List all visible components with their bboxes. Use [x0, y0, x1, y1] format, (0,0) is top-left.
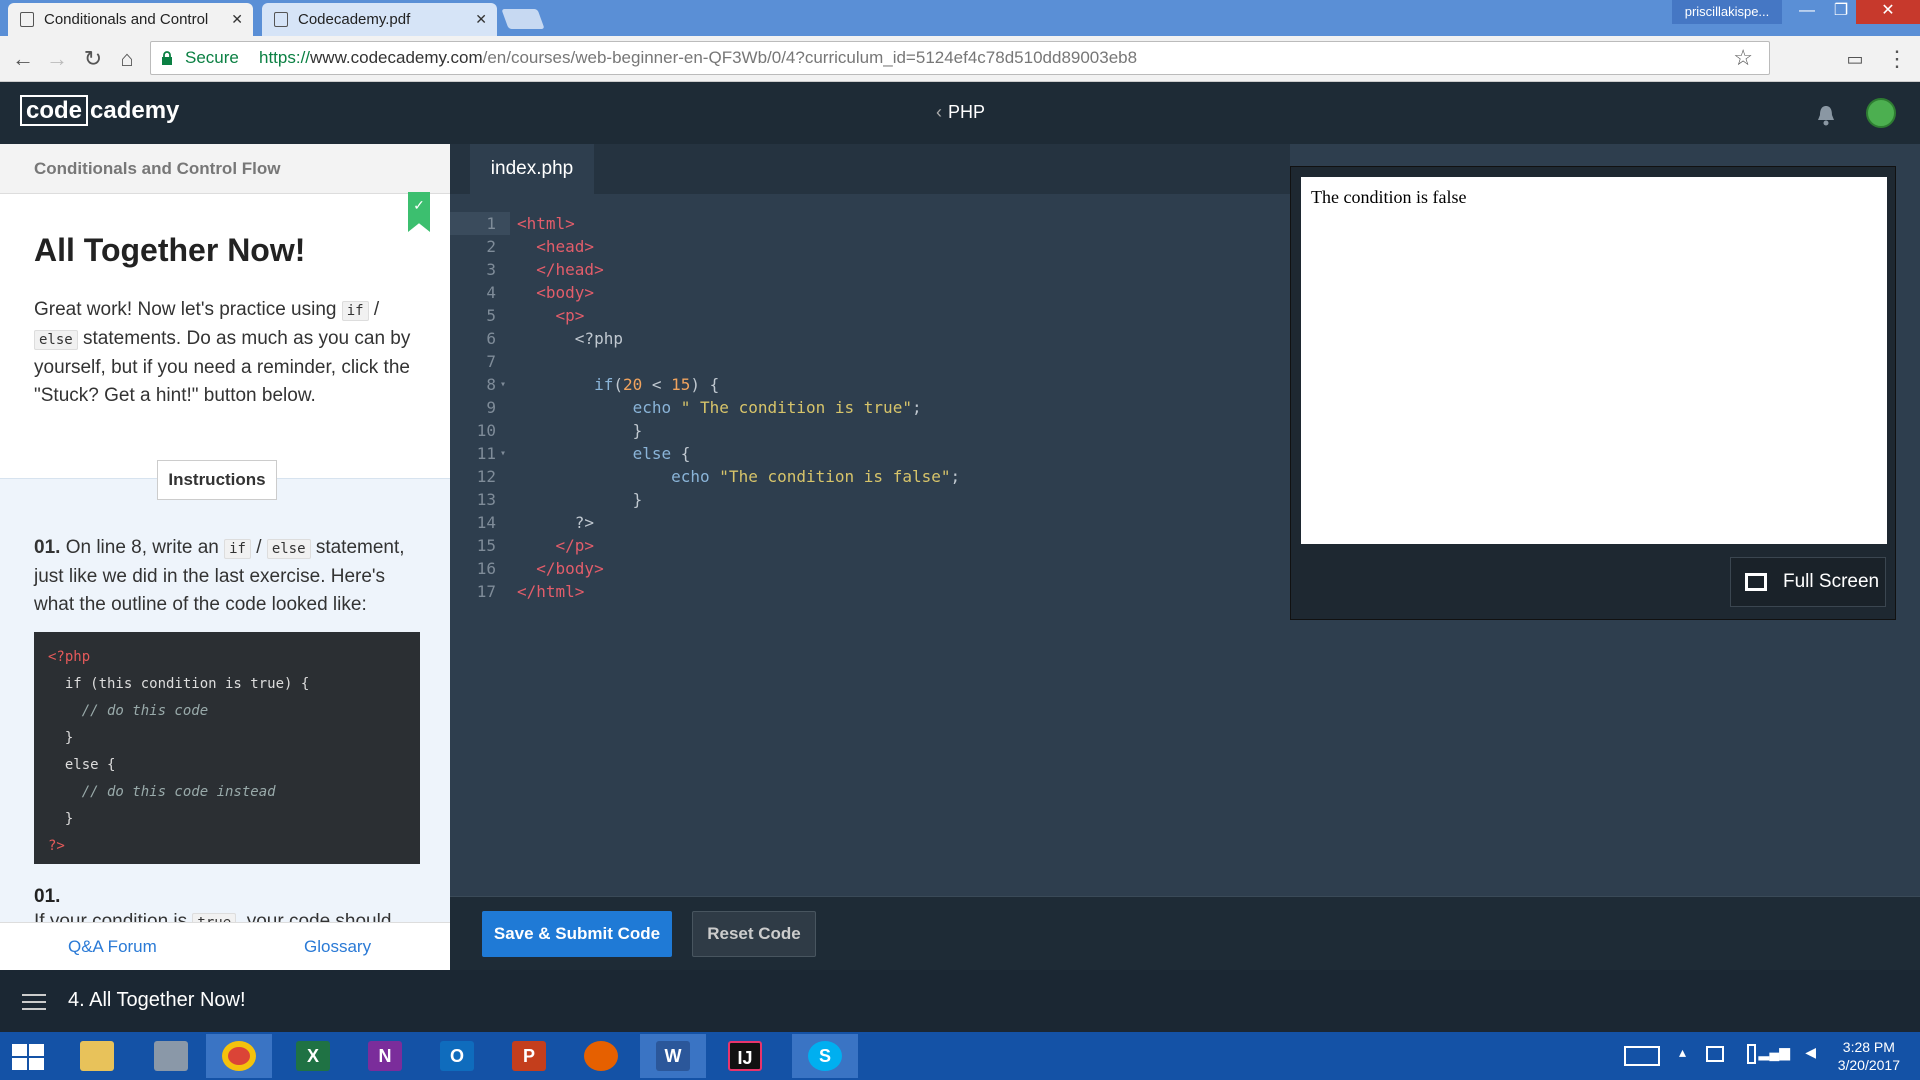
preview-output: The condition is false — [1301, 177, 1887, 544]
instruction-step-number: 01. — [34, 886, 61, 907]
qa-forum-link[interactable]: Q&A Forum — [68, 937, 157, 957]
glossary-link[interactable]: Glossary — [304, 937, 371, 957]
bookmark-star-icon[interactable]: ☆ — [1733, 42, 1753, 74]
windows-taskbar: X N O P W IJ S ▴ ▂▄▆ ◀ 3:28 PM 3/20/2017 — [0, 1032, 1920, 1080]
signal-icon[interactable]: ▂▄▆ — [1759, 1044, 1790, 1061]
lesson-title: All Together Now! — [34, 232, 306, 268]
file-explorer-icon[interactable] — [64, 1034, 130, 1078]
url-text: https://www.codecademy.com/en/courses/we… — [259, 48, 1138, 67]
firefox-icon[interactable] — [568, 1034, 634, 1078]
lock-icon — [162, 51, 172, 65]
bell-icon[interactable] — [1816, 104, 1836, 126]
home-icon[interactable]: ⌂ — [114, 46, 140, 72]
onenote-icon[interactable]: N — [352, 1034, 418, 1078]
browser-tab-bar: Conditionals and Control ✕ Codecademy.pd… — [0, 0, 1920, 36]
secure-label: Secure — [185, 48, 239, 67]
close-icon[interactable]: ✕ — [475, 3, 487, 36]
clock[interactable]: 3:28 PM 3/20/2017 — [1838, 1038, 1900, 1074]
inline-code: else — [34, 330, 78, 350]
lesson-nav-bar: 4. All Together Now! — [0, 970, 1920, 1032]
tab-label: Codecademy.pdf — [298, 11, 411, 28]
fullscreen-icon — [1745, 573, 1767, 591]
inline-code: if — [341, 301, 369, 321]
intellij-icon[interactable]: IJ — [712, 1034, 778, 1078]
outlook-icon[interactable]: O — [424, 1034, 490, 1078]
reset-code-button[interactable]: Reset Code — [692, 911, 816, 957]
cast-icon[interactable]: ▭ — [1842, 46, 1868, 72]
lesson-panel: Conditionals and Control Flow ✓ All Toge… — [0, 144, 450, 970]
keyboard-icon[interactable] — [1624, 1046, 1660, 1066]
inline-code: if — [224, 539, 251, 559]
menu-icon[interactable]: ⋮ — [1884, 46, 1910, 72]
course-link[interactable]: ‹ PHP — [936, 102, 985, 123]
volume-icon[interactable]: ◀ — [1805, 1044, 1816, 1061]
example-code-block: <?php if (this condition is true) { // d… — [34, 632, 420, 864]
url-input[interactable]: Secure https://www.codecademy.com/en/cou… — [150, 41, 1770, 75]
battery-icon[interactable] — [1747, 1044, 1756, 1064]
codecademy-logo[interactable]: code cademy — [20, 95, 179, 126]
tab-label: Conditionals and Control — [44, 11, 209, 28]
excel-icon[interactable]: X — [280, 1034, 346, 1078]
checkmark-icon: ✓ — [408, 192, 430, 232]
hamburger-menu-icon[interactable] — [22, 994, 46, 1010]
full-screen-button[interactable]: Full Screen — [1730, 557, 1886, 607]
file-tab[interactable]: index.php — [470, 144, 594, 194]
fold-icon: ▾ — [500, 379, 507, 390]
word-icon[interactable]: W — [640, 1034, 706, 1078]
inline-code: else — [266, 539, 311, 559]
chevron-up-icon[interactable]: ▴ — [1679, 1044, 1686, 1061]
editor-action-bar: Save & Submit Code Reset Code — [450, 896, 1920, 970]
preview-window: The condition is false Full Screen — [1290, 166, 1896, 620]
reload-icon[interactable]: ↻ — [80, 46, 106, 72]
document-icon — [274, 12, 288, 27]
new-tab-button[interactable] — [501, 9, 545, 29]
chrome-icon[interactable] — [206, 1034, 272, 1078]
chevron-left-icon: ‹ — [936, 102, 942, 122]
lesson-footer: Q&A Forum Glossary — [0, 922, 450, 970]
editor-tab-bar: index.php — [450, 144, 1290, 194]
instructions-tab[interactable]: Instructions — [157, 460, 277, 500]
window-close-icon[interactable]: ✕ — [1856, 0, 1920, 24]
tab-conditionals[interactable]: Conditionals and Control ✕ — [8, 3, 253, 36]
back-icon[interactable]: ← — [10, 46, 36, 72]
code-area[interactable]: 1 <html> 2 <head> 3 </head> 4 <body> 5 <p… — [450, 212, 1290, 603]
storage-icon[interactable] — [1706, 1046, 1724, 1062]
codecademy-favicon-icon — [20, 12, 34, 27]
powerpoint-icon[interactable]: P — [496, 1034, 562, 1078]
avatar[interactable] — [1866, 98, 1896, 128]
tab-codecademy-pdf[interactable]: Codecademy.pdf ✕ — [262, 3, 497, 36]
windows-start-icon[interactable] — [12, 1044, 44, 1070]
address-bar: ← → ↻ ⌂ Secure https://www.codecademy.co… — [0, 36, 1920, 82]
instruction-step: 01. On line 8, write an if / else statem… — [34, 537, 405, 615]
code-editor[interactable]: index.php 1 <html> 2 <head> 3 </head> 4 <… — [450, 144, 1290, 896]
current-lesson-name[interactable]: 4. All Together Now! — [68, 989, 246, 1012]
lesson-intro: Great work! Now let's practice using if … — [34, 299, 411, 406]
profile-button[interactable]: priscillakispe... — [1672, 0, 1782, 24]
section-title: Conditionals and Control Flow — [0, 144, 450, 194]
save-submit-button[interactable]: Save & Submit Code — [482, 911, 672, 957]
site-header: code cademy ‹ PHP — [0, 82, 1920, 144]
forward-icon[interactable]: → — [44, 46, 70, 72]
close-icon[interactable]: ✕ — [231, 3, 243, 36]
fold-icon: ▾ — [500, 448, 507, 459]
laptop-icon[interactable] — [138, 1034, 204, 1078]
skype-icon[interactable]: S — [792, 1034, 858, 1078]
